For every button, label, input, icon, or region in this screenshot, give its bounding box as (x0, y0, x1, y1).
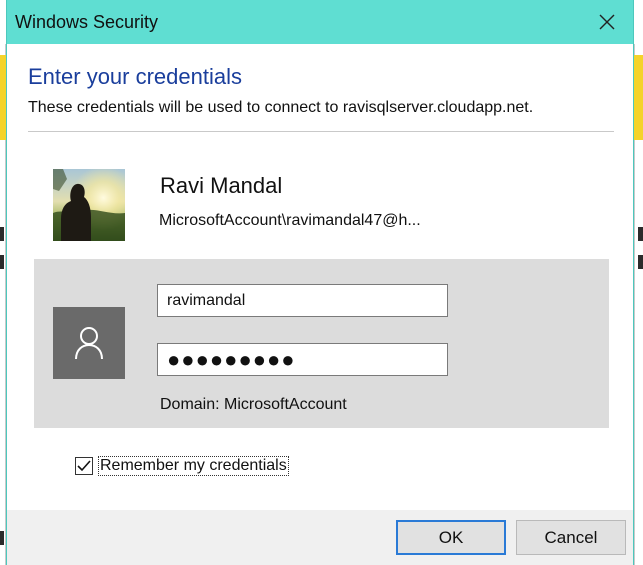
background-glyph (638, 227, 643, 241)
ok-button[interactable]: OK (396, 520, 506, 555)
cancel-button[interactable]: Cancel (516, 520, 626, 555)
user-tile (53, 307, 125, 379)
profile-photo-image (53, 169, 125, 241)
background-glyph (0, 531, 4, 545)
remember-label[interactable]: Remember my credentials (98, 456, 289, 476)
remember-checkbox[interactable] (75, 457, 93, 475)
button-bar: OK Cancel (7, 510, 633, 565)
domain-label: Domain: MicrosoftAccount (160, 396, 347, 413)
account-id: MicrosoftAccount\ravimandal47@h... (159, 212, 421, 229)
background-glyph (0, 227, 4, 241)
background-glyph (638, 255, 643, 269)
credential-tile[interactable]: Domain: MicrosoftAccount (34, 259, 609, 428)
remember-credentials-option[interactable]: Remember my credentials (75, 456, 289, 476)
background-banner-right (634, 55, 643, 140)
windows-security-dialog: Windows Security Enter your credentials … (6, 0, 634, 565)
window-title: Windows Security (15, 12, 159, 32)
screen: Windows Security Enter your credentials … (0, 0, 643, 565)
checkmark-icon (77, 460, 91, 472)
dialog-heading: Enter your credentials (28, 64, 242, 89)
divider (28, 131, 614, 132)
password-input[interactable] (157, 343, 448, 376)
close-button[interactable] (591, 6, 623, 38)
close-icon (599, 14, 615, 30)
dialog-description: These credentials will be used to connec… (28, 99, 534, 116)
account-name: Ravi Mandal (160, 173, 283, 198)
background-glyph (0, 255, 4, 269)
user-icon (75, 327, 103, 360)
username-input[interactable] (157, 284, 448, 317)
title-bar: Windows Security (7, 0, 633, 44)
account-avatar (53, 169, 125, 241)
